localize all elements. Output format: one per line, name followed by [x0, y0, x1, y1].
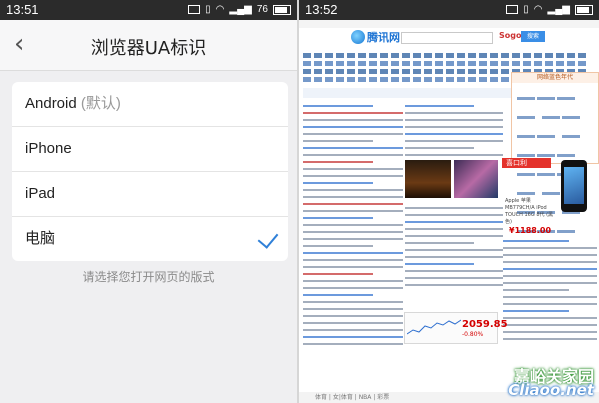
screenshot-icon	[188, 5, 201, 14]
status-bar: 13:51 ▯ ◠ ▂▄▆ 76	[0, 0, 297, 20]
status-bar: 13:52 ▯ ◠ ▂▄▆	[299, 0, 599, 20]
status-icons: ▯ ◠ ▂▄▆ 76	[188, 4, 291, 15]
vibrate-icon: ▯	[523, 4, 529, 15]
event-box[interactable]: 网络蓝色年代	[511, 72, 599, 233]
ua-option-iphone[interactable]: iPhone	[12, 127, 288, 172]
settings-header: ‹ 浏览器UA标识	[0, 20, 297, 71]
stock-sparkline	[407, 319, 461, 335]
page-title: 浏览器UA标识	[90, 38, 207, 59]
phone-ad-image[interactable]	[555, 158, 597, 218]
watermark-line2: Cliaoo.net	[508, 381, 594, 399]
wifi-icon: ◠	[215, 4, 225, 15]
left-screen: 13:51 ▯ ◠ ▂▄▆ 76 ‹ 浏览器UA标识 Android (默认) …	[0, 0, 297, 403]
search-button[interactable]: 搜索	[521, 31, 545, 42]
news-column-right[interactable]	[503, 226, 597, 345]
news-column-left[interactable]	[303, 100, 403, 350]
event-box-title: 网络蓝色年代	[512, 73, 598, 83]
signal-icon: ▂▄▆	[547, 4, 570, 15]
status-time: 13:51	[6, 2, 39, 17]
ua-option-ipad[interactable]: iPad	[12, 172, 288, 217]
news-photo[interactable]	[405, 160, 451, 198]
site-watermark: 嘉峪关家园 Cliaoo.net	[480, 363, 598, 401]
wifi-icon: ◠	[533, 4, 543, 15]
stock-value: 2059.85	[462, 319, 508, 330]
signal-icon: ▂▄▆	[229, 4, 252, 15]
news-photo[interactable]	[454, 160, 498, 198]
ua-option-list: Android (默认) iPhone iPad 电脑	[12, 82, 288, 261]
stock-widget[interactable]: 2059.85 -0.80%	[404, 312, 508, 344]
option-label: iPhone	[25, 140, 72, 157]
product-ad-text[interactable]: Apple 苹果 MB779CH/A iPod TOUCH 16G 8代 (黑色…	[505, 198, 555, 226]
news-column-middle-lower[interactable]	[405, 202, 503, 291]
shop-label[interactable]: 喜口利	[502, 158, 551, 168]
top-link-strip[interactable]	[299, 20, 599, 28]
option-footer-note: 请选择您打开网页的版式	[82, 270, 215, 284]
site-logo-text[interactable]: 腾讯网	[367, 29, 400, 45]
news-column-middle[interactable]	[405, 100, 503, 161]
vibrate-icon: ▯	[205, 4, 211, 15]
battery-level: 76	[256, 4, 268, 15]
option-hint: (默认)	[80, 95, 121, 112]
option-label: iPad	[25, 185, 56, 202]
status-icons: ▯ ◠ ▂▄▆	[506, 4, 593, 15]
site-header: 腾讯网 Sogou 搜索	[299, 28, 599, 50]
ua-option-android[interactable]: Android (默认)	[12, 82, 288, 127]
qq-logo-icon[interactable]	[351, 30, 365, 44]
option-label: 电脑	[25, 230, 56, 247]
stock-change: -0.80%	[462, 331, 484, 338]
status-time: 13:52	[305, 2, 338, 17]
screenshot-icon	[506, 5, 519, 14]
battery-icon	[575, 4, 593, 15]
checkmark-icon	[257, 227, 279, 249]
option-label: Android	[25, 95, 77, 112]
search-input[interactable]	[401, 32, 493, 44]
ua-option-desktop[interactable]: 电脑	[12, 217, 288, 261]
battery-icon	[273, 4, 291, 15]
